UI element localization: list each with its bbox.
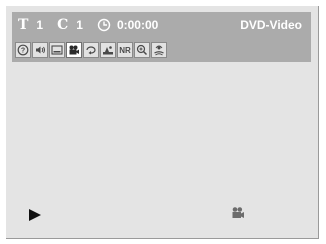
svg-text:?: ? <box>21 48 25 55</box>
noise-reduction-icon[interactable]: NR <box>117 42 133 58</box>
chapter-number: 1 <box>76 18 83 32</box>
surround-sound-icon[interactable] <box>151 42 167 58</box>
clock-icon <box>97 18 111 32</box>
play-icon <box>29 209 41 221</box>
chapter-symbol: C <box>57 17 69 33</box>
picture-adjust-icon[interactable] <box>100 42 116 58</box>
noise-reduction-label: NR <box>119 45 131 55</box>
zoom-icon[interactable] <box>134 42 150 58</box>
osd-panel: T 1 C 1 0:00:00 DVD-Video ? NR <box>12 12 311 62</box>
camera-angle-indicator-icon <box>231 206 245 219</box>
title-symbol: T <box>18 17 29 33</box>
function-icon-row: ? NR <box>15 42 167 58</box>
audio-speaker-icon[interactable] <box>32 42 48 58</box>
status-row: T 1 C 1 0:00:00 DVD-Video <box>18 16 308 34</box>
elapsed-time: 0:00:00 <box>116 18 159 32</box>
camera-angle-icon[interactable] <box>66 42 82 58</box>
repeat-icon[interactable] <box>83 42 99 58</box>
help-icon[interactable]: ? <box>15 42 31 58</box>
subtitle-icon[interactable] <box>49 42 65 58</box>
title-number: 1 <box>36 18 44 32</box>
disc-type-label: DVD-Video <box>240 18 302 32</box>
